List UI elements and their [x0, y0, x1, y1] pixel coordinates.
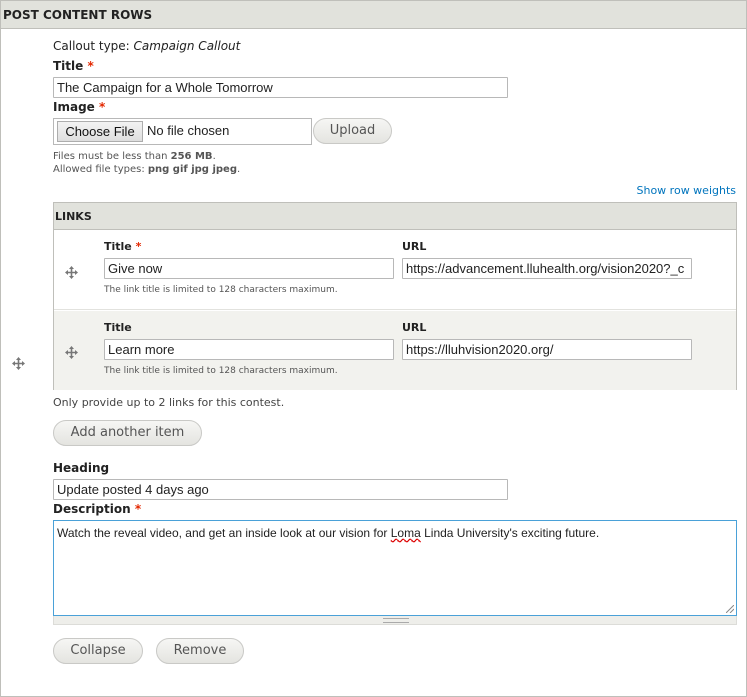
size-limit: 256 MB: [170, 151, 213, 162]
upload-button[interactable]: Upload: [313, 118, 392, 144]
textarea-resize-grip[interactable]: [53, 616, 737, 625]
link-title-input[interactable]: Learn more: [104, 339, 394, 360]
links-table: LINKS Title * URL Give now https://advan…: [53, 202, 737, 390]
row-drag-handle-icon[interactable]: [12, 357, 25, 370]
heading-label: Heading: [53, 461, 110, 475]
link-row: Title * URL Give now https://advancement…: [54, 230, 736, 310]
description-text-end: Linda University's exciting future.: [420, 526, 600, 540]
link-title-label: Title: [104, 321, 132, 334]
section-header: POST CONTENT ROWS: [1, 1, 746, 29]
add-another-item-button[interactable]: Add another item: [53, 420, 202, 446]
file-types: png gif jpg jpeg: [147, 164, 237, 175]
links-note: Only provide up to 2 links for this cont…: [53, 396, 285, 409]
no-file-text: No file chosen: [147, 123, 230, 138]
choose-file-button[interactable]: Choose File: [57, 121, 143, 142]
drag-handle-icon[interactable]: [65, 266, 78, 279]
collapse-button[interactable]: Collapse: [53, 638, 143, 664]
link-title-input[interactable]: Give now: [104, 258, 394, 279]
size-suffix: .: [212, 151, 216, 162]
links-header: LINKS: [54, 203, 736, 230]
remove-button[interactable]: Remove: [156, 638, 244, 664]
heading-input[interactable]: Update posted 4 days ago: [53, 479, 508, 500]
file-size-description: Files must be less than 256 MB.: [53, 150, 216, 163]
required-mark: *: [87, 59, 94, 73]
show-row-weights-link[interactable]: Show row weights: [637, 184, 737, 197]
size-prefix: Files must be less than: [53, 151, 171, 162]
paragraph-frame: POST CONTENT ROWS Callout type: Campaign…: [0, 0, 747, 697]
types-prefix: Allowed file types:: [53, 164, 148, 175]
link-url-label: URL: [402, 240, 427, 253]
title-input[interactable]: The Campaign for a Whole Tomorrow: [53, 77, 508, 98]
file-input[interactable]: Choose File No file chosen: [53, 118, 312, 145]
required-mark: *: [135, 240, 142, 253]
link-url-label: URL: [402, 321, 427, 334]
required-mark: *: [134, 502, 142, 516]
image-label: Image *: [53, 100, 105, 114]
link-title-label: Title *: [104, 240, 141, 253]
description-text: Watch the reveal video, and get an insid…: [57, 526, 391, 540]
description-label: Description *: [53, 502, 141, 516]
required-mark: *: [98, 100, 106, 114]
callout-type: Callout type: Campaign Callout: [53, 39, 240, 53]
link-row: Title URL Learn more https://lluhvision2…: [54, 311, 736, 390]
resize-corner-icon[interactable]: [726, 605, 734, 613]
description-textarea[interactable]: Watch the reveal video, and get an insid…: [53, 520, 737, 616]
link-title-label-text: Title: [104, 240, 132, 253]
link-url-input[interactable]: https://advancement.lluhealth.org/vision…: [402, 258, 692, 279]
types-suffix: .: [236, 164, 241, 175]
link-url-input[interactable]: https://lluhvision2020.org/: [402, 339, 692, 360]
title-label: Title *: [53, 59, 94, 73]
file-types-description: Allowed file types: png gif jpg jpeg.: [53, 163, 240, 176]
link-title-description: The link title is limited to 128 charact…: [104, 285, 338, 295]
description-label-text: Description: [53, 502, 131, 516]
callout-type-label: Callout type:: [53, 39, 130, 53]
title-label-text: Title: [53, 59, 84, 73]
callout-type-value: Campaign Callout: [133, 39, 241, 53]
image-label-text: Image: [53, 100, 95, 114]
link-title-description: The link title is limited to 128 charact…: [104, 366, 338, 376]
drag-handle-icon[interactable]: [65, 346, 78, 359]
misspelled-word: Loma: [390, 526, 421, 540]
